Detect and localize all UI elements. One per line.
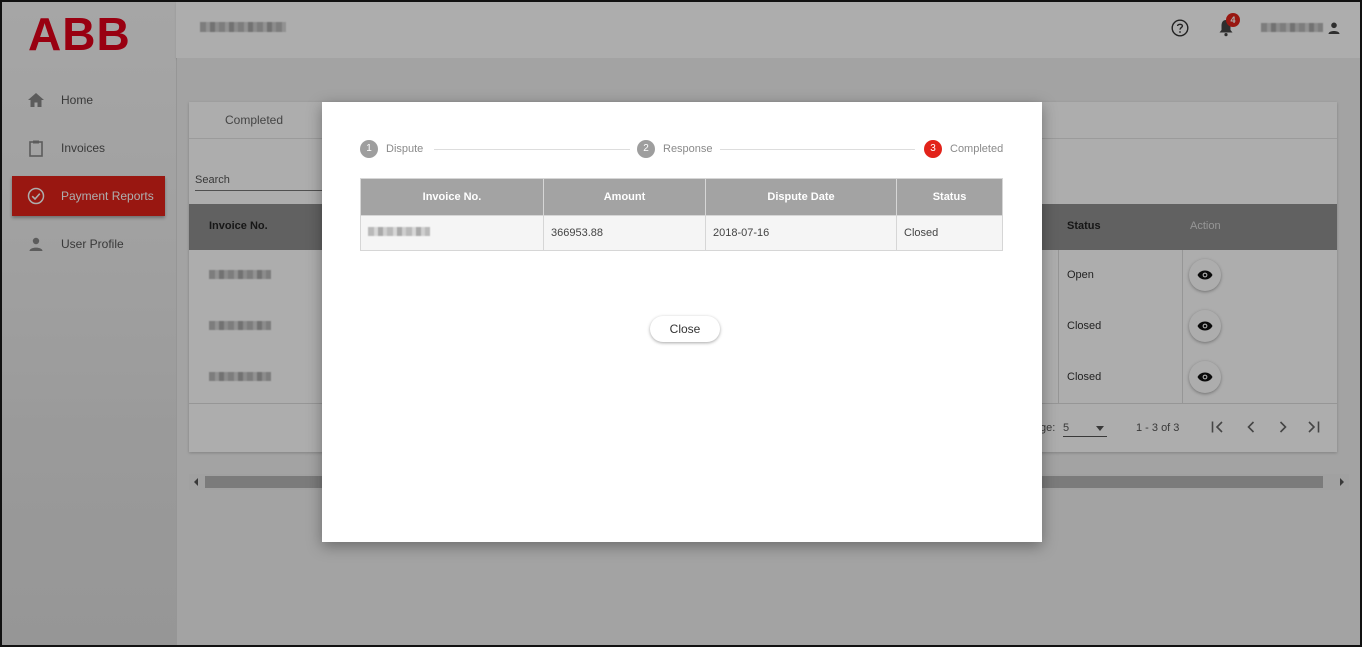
invoice-number-redacted bbox=[368, 227, 430, 236]
dispute-date-cell: 2018-07-16 bbox=[705, 215, 897, 251]
amount-cell: 366953.88 bbox=[543, 215, 706, 251]
stepper-step-completed: 3 Completed bbox=[924, 140, 1003, 158]
dispute-table: Invoice No. Amount Dispute Date Status 3… bbox=[360, 178, 1003, 251]
stepper-step-response: 2 Response bbox=[637, 140, 713, 158]
status-cell: Closed bbox=[896, 215, 1003, 251]
column-header-amount: Amount bbox=[543, 178, 706, 216]
dispute-status-dialog: 1 Dispute 2 Response 3 Completed Invoice… bbox=[322, 102, 1042, 542]
dispute-table-header: Invoice No. Amount Dispute Date Status bbox=[360, 178, 1003, 216]
stepper-connector bbox=[720, 149, 915, 150]
app-window: ABB Home Invoices Payment Reports User P… bbox=[0, 0, 1362, 647]
column-header-dispute-date: Dispute Date bbox=[705, 178, 897, 216]
stepper-connector bbox=[434, 149, 630, 150]
column-header-status: Status bbox=[896, 178, 1003, 216]
stepper-step-dispute: 1 Dispute bbox=[360, 140, 423, 158]
close-button[interactable]: Close bbox=[650, 316, 720, 342]
dispute-table-row: 366953.88 2018-07-16 Closed bbox=[360, 215, 1003, 251]
column-header-invoice-no: Invoice No. bbox=[360, 178, 544, 216]
invoice-number-cell bbox=[360, 215, 544, 251]
